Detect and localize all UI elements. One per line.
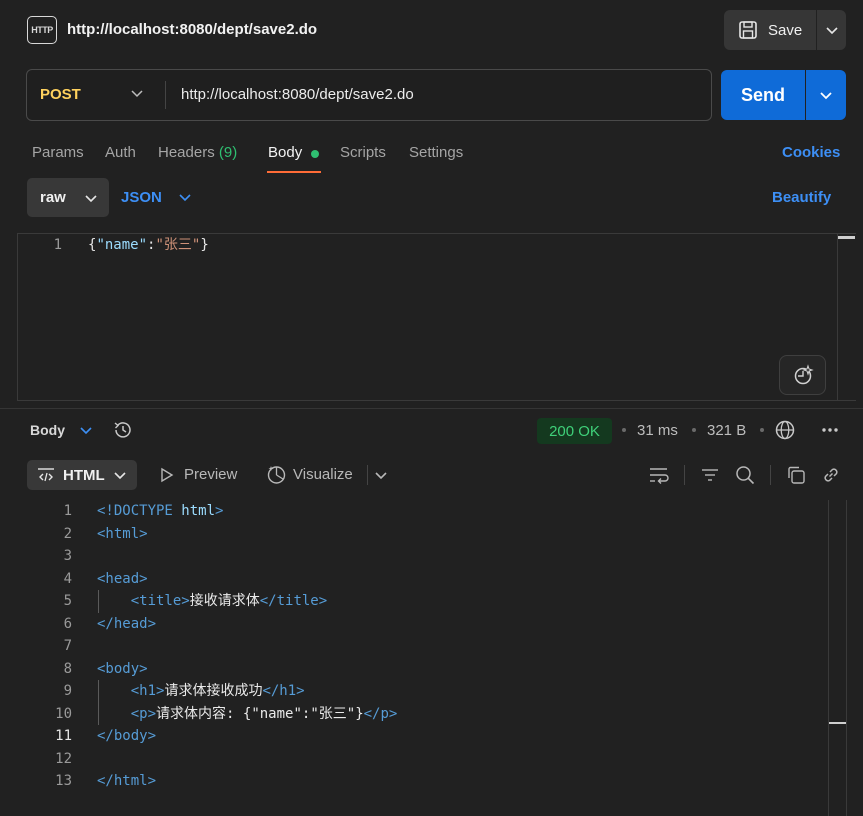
url-input[interactable]: http://localhost:8080/dept/save2.do: [181, 86, 414, 103]
code-line[interactable]: </html>: [97, 770, 156, 793]
play-icon[interactable]: [159, 467, 175, 483]
filter-icon[interactable]: [700, 465, 720, 485]
line-number: 13: [55, 773, 72, 789]
scrollbar-thumb[interactable]: [838, 236, 855, 239]
active-tab-indicator: [267, 171, 321, 173]
code-line[interactable]: <!DOCTYPE html>: [97, 500, 223, 523]
history-icon[interactable]: [112, 419, 134, 441]
divider: [165, 81, 166, 109]
response-view-mode-select[interactable]: HTML: [27, 460, 137, 490]
tab-auth[interactable]: Auth: [105, 144, 136, 161]
response-body-select[interactable]: Body: [30, 422, 65, 438]
tab-headers-label: Headers: [158, 144, 215, 161]
chevron-down-icon[interactable]: [130, 88, 144, 98]
save-label: Save: [768, 21, 803, 39]
tab-settings[interactable]: Settings: [409, 144, 463, 161]
code-line[interactable]: <p>请求体内容: {"name":"张三"}</p>: [97, 703, 398, 726]
send-options-button[interactable]: [806, 70, 846, 120]
cookies-link[interactable]: Cookies: [782, 144, 840, 161]
copy-icon[interactable]: [786, 465, 806, 485]
line-number: 9: [63, 683, 72, 699]
save-button[interactable]: Save: [724, 10, 816, 50]
divider: [367, 465, 368, 485]
save-icon: [738, 20, 758, 40]
body-mode-label: raw: [40, 189, 66, 206]
visualize-icon[interactable]: [266, 464, 287, 485]
line-number: 8: [63, 660, 72, 677]
chevron-down-icon[interactable]: [79, 425, 93, 435]
request-title[interactable]: http://localhost:8080/dept/save2.do: [67, 21, 317, 38]
search-icon[interactable]: [735, 465, 755, 485]
body-mode-select[interactable]: raw: [27, 178, 109, 217]
code-line[interactable]: <title>接收请求体</title>: [97, 590, 327, 613]
chevron-down-icon: [113, 470, 127, 480]
code-line[interactable]: <h1>请求体接收成功</h1>: [97, 680, 305, 703]
body-indicator-dot: [311, 150, 319, 158]
code-line[interactable]: </head>: [97, 613, 156, 636]
http-icon: HTTP: [27, 16, 57, 44]
send-button[interactable]: Send: [721, 70, 805, 120]
tab-body[interactable]: Body: [268, 144, 302, 161]
headers-count: (9): [218, 144, 238, 161]
chevron-down-icon: [825, 25, 839, 35]
visualize-tab[interactable]: Visualize: [293, 466, 353, 483]
code-line[interactable]: <head>: [97, 568, 148, 591]
line-number: 6: [63, 615, 72, 632]
separator-dot: [692, 428, 696, 432]
code-line[interactable]: </body>: [97, 725, 156, 748]
ai-assist-button[interactable]: [779, 355, 826, 395]
line-number: 2: [63, 525, 72, 542]
tab-scripts[interactable]: Scripts: [340, 144, 386, 161]
line-number: 11: [55, 728, 72, 744]
line-number: 7: [63, 638, 72, 654]
code-line[interactable]: <html>: [97, 523, 148, 546]
response-time[interactable]: 31 ms: [637, 422, 678, 439]
separator-dot: [760, 428, 764, 432]
line-number: 3: [63, 548, 72, 564]
method-select[interactable]: POST: [40, 86, 81, 103]
link-icon[interactable]: [821, 465, 841, 485]
section-divider: [0, 408, 863, 409]
sparkle-icon: [792, 364, 814, 386]
code-line[interactable]: <body>: [97, 658, 148, 681]
divider: [770, 465, 771, 485]
beautify-button[interactable]: Beautify: [772, 189, 831, 206]
more-options-icon[interactable]: [821, 423, 839, 437]
status-badge: 200 OK: [537, 418, 612, 444]
line-number: 12: [55, 750, 72, 767]
request-body-editor[interactable]: [17, 233, 837, 401]
scrollbar-thumb[interactable]: [829, 722, 846, 724]
body-format-select[interactable]: JSON: [121, 189, 162, 206]
tab-params[interactable]: Params: [32, 144, 84, 161]
line-number: 10: [55, 705, 72, 722]
preview-tab[interactable]: Preview: [184, 466, 237, 483]
chevron-down-icon: [819, 90, 833, 100]
divider: [684, 465, 685, 485]
line-number: 4: [63, 570, 72, 587]
request-body-code[interactable]: {"name":"张三"}: [88, 234, 209, 257]
editor-scrollbar[interactable]: [837, 233, 856, 401]
chevron-down-icon: [84, 193, 98, 203]
response-scrollbar[interactable]: [828, 500, 847, 816]
line-number: 1: [53, 237, 62, 253]
line-number: 1: [63, 503, 72, 519]
save-options-button[interactable]: [817, 10, 846, 50]
separator-dot: [622, 428, 626, 432]
line-number: 5: [63, 593, 72, 609]
globe-icon[interactable]: [774, 419, 796, 441]
response-size[interactable]: 321 B: [707, 422, 746, 439]
wrap-lines-icon[interactable]: [648, 465, 670, 485]
code-icon: [37, 467, 55, 483]
view-mode-label: HTML: [63, 466, 105, 484]
chevron-down-icon[interactable]: [374, 470, 388, 480]
chevron-down-icon[interactable]: [178, 192, 192, 202]
tab-headers[interactable]: Headers (9): [158, 144, 237, 161]
